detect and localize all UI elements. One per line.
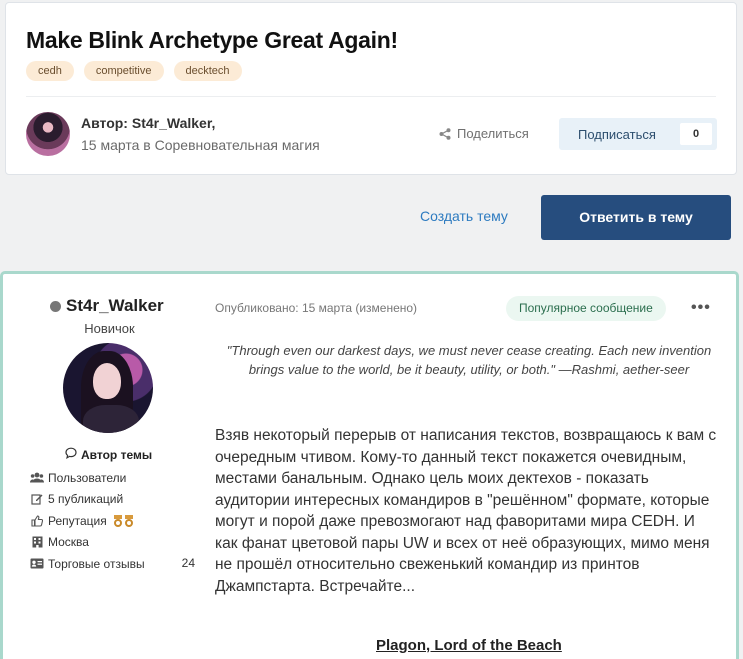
follow-count: 0 <box>680 123 712 145</box>
tag-decktech[interactable]: decktech <box>173 61 242 81</box>
tag-cedh[interactable]: cedh <box>26 61 74 81</box>
follow-label: Подписаться <box>578 126 656 142</box>
trade-feedback-count: 24 <box>181 556 195 570</box>
post-author[interactable]: St4r_Walker <box>50 296 164 316</box>
share-label: Поделиться <box>457 126 529 141</box>
topic-header: Make Blink Archetype Great Again! cedh c… <box>5 2 737 175</box>
follow-button[interactable]: Подписаться 0 <box>559 118 717 150</box>
post-quote: "Through even our darkest days, we must … <box>226 343 712 377</box>
share-icon <box>439 127 451 140</box>
tag-competitive[interactable]: competitive <box>83 61 164 81</box>
topic-title: Make Blink Archetype Great Again! <box>26 27 398 53</box>
author-stats: Пользователи 5 публикаций Репутация Моск… <box>30 467 195 575</box>
stat-posts[interactable]: 5 публикаций <box>30 489 195 511</box>
share-button[interactable]: Поделиться <box>439 126 529 141</box>
post-avatar[interactable] <box>63 343 153 433</box>
topic-author[interactable]: Автор: St4r_Walker, <box>81 115 215 131</box>
post-author-name[interactable]: St4r_Walker <box>66 296 164 316</box>
id-card-icon <box>30 558 44 569</box>
post-meta: Опубликовано: 15 марта (изменено) <box>215 301 418 315</box>
popular-badge: Популярное сообщение <box>506 296 666 321</box>
online-status-icon <box>50 300 61 312</box>
medal-icon <box>113 514 134 527</box>
post-subheading[interactable]: Plagon, Lord of the Beach <box>376 637 562 654</box>
building-icon <box>30 536 44 549</box>
divider <box>26 96 716 97</box>
create-topic-link[interactable]: Создать тему <box>420 208 508 224</box>
thumbs-up-icon <box>30 515 44 527</box>
post-body: Взяв некоторый перерыв от написания текс… <box>215 427 717 595</box>
post: St4r_Walker Новичок Автор темы Пользоват… <box>0 271 739 659</box>
topic-date-category: 15 марта в Соревновательная магия <box>81 137 320 153</box>
reply-button[interactable]: Ответить в тему <box>541 195 731 240</box>
users-icon <box>30 472 44 483</box>
more-options-button[interactable]: ••• <box>691 299 711 317</box>
stat-trade-feedback[interactable]: Торговые отзывы 24 <box>30 553 195 575</box>
edit-icon <box>30 493 44 505</box>
stat-group[interactable]: Пользователи <box>30 467 195 489</box>
avatar[interactable] <box>26 112 70 156</box>
stat-reputation: Репутация <box>30 510 195 532</box>
stat-location: Москва <box>30 532 195 554</box>
tag-list: cedh competitive decktech <box>26 61 242 81</box>
comment-icon <box>65 447 77 462</box>
topic-author-badge: Автор темы <box>65 447 152 462</box>
user-rank: Новичок <box>84 321 135 336</box>
